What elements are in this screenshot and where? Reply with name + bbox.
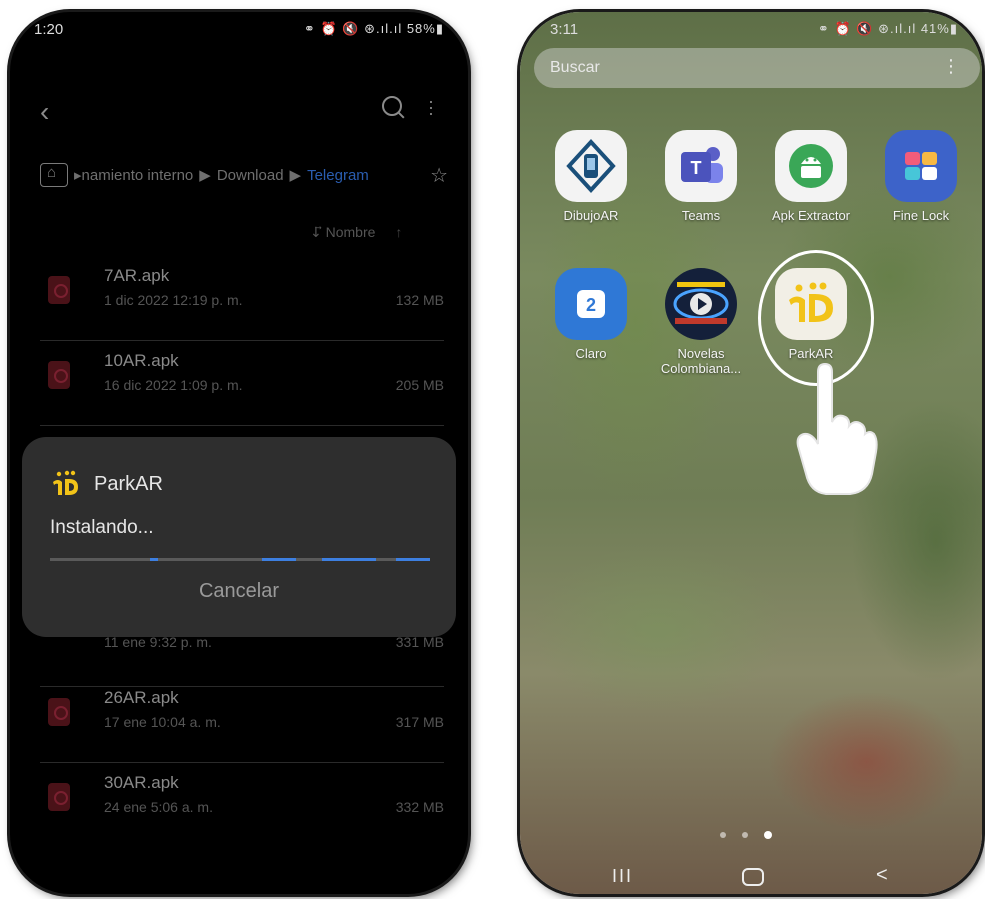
left-phone-screen: 1:20 ⚭ ⏰ 🔇 ⊛.ıl.ıl 58%▮ ‹ ··· ▸namiento … bbox=[10, 12, 468, 894]
sort-label[interactable]: ↓⃗ Nombre bbox=[310, 224, 375, 241]
svg-text:T: T bbox=[691, 158, 702, 178]
parkar-logo-icon bbox=[53, 470, 78, 495]
sort-control[interactable]: ↓⃗ Nombre ↑ bbox=[310, 224, 402, 241]
claro-icon: 2 bbox=[555, 268, 627, 340]
file-size: 205 MB bbox=[395, 377, 444, 393]
file-name: 26AR.apk bbox=[104, 688, 179, 707]
home-button[interactable] bbox=[742, 868, 764, 886]
file-row[interactable]: 26AR.apk 17 ene 10:04 a. m. 317 MB bbox=[40, 680, 444, 763]
dialog-app-name: ParkAR bbox=[94, 473, 163, 495]
breadcrumb-separator: ▶ bbox=[199, 167, 211, 184]
install-progress-bar bbox=[50, 558, 430, 561]
file-size: 332 MB bbox=[395, 799, 444, 815]
install-dialog: ParkAR Instalando... Cancelar bbox=[22, 437, 456, 637]
file-name: 10AR.apk bbox=[104, 351, 179, 370]
apk-file-icon bbox=[48, 783, 70, 811]
app-teams[interactable]: T Teams bbox=[646, 130, 756, 223]
apk-file-icon bbox=[48, 361, 70, 389]
app-label: Apk Extractor bbox=[771, 208, 851, 223]
file-row[interactable]: 7AR.apk 1 dic 2022 12:19 p. m. 132 MB bbox=[40, 258, 444, 341]
app-label: DibujoAR bbox=[563, 208, 619, 223]
file-row[interactable]: 30AR.apk 24 ene 5:06 a. m. 332 MB bbox=[40, 765, 444, 847]
back-arrow-icon[interactable]: ‹ bbox=[40, 96, 49, 128]
search-placeholder: Buscar bbox=[550, 59, 600, 76]
file-name: 7AR.apk bbox=[104, 266, 170, 285]
breadcrumb-internal-storage[interactable]: ▸namiento interno bbox=[74, 166, 193, 184]
app-claro[interactable]: 2 Claro bbox=[536, 268, 646, 361]
dibujoar-icon bbox=[555, 130, 627, 202]
teams-icon: T bbox=[665, 130, 737, 202]
status-bar: 1:20 ⚭ ⏰ 🔇 ⊛.ıl.ıl 58%▮ bbox=[10, 12, 468, 46]
file-date: 24 ene 5:06 a. m. bbox=[104, 799, 213, 815]
sort-direction-icon[interactable]: ↑ bbox=[395, 224, 402, 241]
status-time: 3:11 bbox=[550, 21, 579, 38]
apk-file-icon bbox=[48, 276, 70, 304]
cancel-button[interactable]: Cancelar bbox=[22, 580, 456, 603]
page-dot[interactable] bbox=[720, 832, 726, 838]
status-icons: ⚭ ⏰ 🔇 ⊛.ıl.ıl 58%▮ bbox=[303, 21, 444, 36]
back-button[interactable]: < bbox=[876, 864, 888, 887]
file-name: 30AR.apk bbox=[104, 773, 179, 792]
app-fine-lock[interactable]: Fine Lock bbox=[866, 130, 976, 223]
progress-segment bbox=[262, 558, 296, 561]
page-dot[interactable] bbox=[742, 832, 748, 838]
more-options-icon[interactable]: ⋮ bbox=[942, 56, 960, 77]
search-icon[interactable] bbox=[382, 96, 402, 116]
more-options-icon[interactable]: · · · bbox=[428, 92, 434, 122]
app-dibujoar[interactable]: DibujoAR bbox=[536, 130, 646, 223]
apk-file-icon bbox=[48, 698, 70, 726]
file-date: 16 dic 2022 1:09 p. m. bbox=[104, 377, 243, 393]
breadcrumb-download[interactable]: Download bbox=[217, 167, 284, 184]
file-row[interactable]: 10AR.apk 16 dic 2022 1:09 p. m. 205 MB bbox=[40, 343, 444, 426]
recent-apps-button[interactable]: III bbox=[612, 866, 633, 887]
breadcrumb-separator: ▶ bbox=[289, 167, 302, 184]
file-size: 317 MB bbox=[395, 714, 444, 730]
app-label: Fine Lock bbox=[892, 208, 950, 223]
finelock-icon bbox=[885, 130, 957, 202]
status-icons: ⚭ ⏰ 🔇 ⊛.ıl.ıl 41%▮ bbox=[817, 21, 958, 36]
novelas-icon bbox=[665, 268, 737, 340]
page-indicator bbox=[720, 831, 772, 839]
page-dot-active[interactable] bbox=[764, 831, 772, 839]
progress-segment bbox=[396, 558, 430, 561]
progress-segment bbox=[150, 558, 158, 561]
file-size: 132 MB bbox=[395, 292, 444, 308]
app-label: Claro bbox=[575, 346, 607, 361]
app-novelas-colombianas[interactable]: Novelas Colombiana... bbox=[646, 268, 756, 376]
svg-text:2: 2 bbox=[586, 295, 596, 315]
right-phone-screen: 3:11 ⚭ ⏰ 🔇 ⊛.ıl.ıl 41%▮ Buscar ⋮ DibujoA… bbox=[520, 12, 982, 894]
app-label: Novelas Colombiana... bbox=[660, 346, 742, 376]
navigation-bar: III < bbox=[520, 862, 982, 894]
file-date: 1 dic 2022 12:19 p. m. bbox=[104, 292, 243, 308]
status-time: 1:20 bbox=[34, 21, 64, 38]
app-apk-extractor[interactable]: Apk Extractor bbox=[756, 130, 866, 223]
status-bar: 3:11 ⚭ ⏰ 🔇 ⊛.ıl.ıl 41%▮ bbox=[520, 12, 982, 46]
star-icon[interactable]: ☆ bbox=[430, 163, 448, 188]
home-icon[interactable] bbox=[40, 163, 68, 187]
progress-segment bbox=[322, 558, 376, 561]
pointing-hand-icon bbox=[796, 362, 878, 495]
app-label: Teams bbox=[681, 208, 721, 223]
android-icon bbox=[775, 130, 847, 202]
app-search-bar[interactable]: Buscar ⋮ bbox=[534, 48, 980, 88]
file-date: 17 ene 10:04 a. m. bbox=[104, 714, 221, 730]
install-status-text: Instalando... bbox=[50, 517, 154, 538]
breadcrumb-telegram[interactable]: Telegram bbox=[307, 167, 369, 184]
breadcrumb: ▸namiento interno ▶ Download ▶ Telegram … bbox=[40, 160, 448, 190]
